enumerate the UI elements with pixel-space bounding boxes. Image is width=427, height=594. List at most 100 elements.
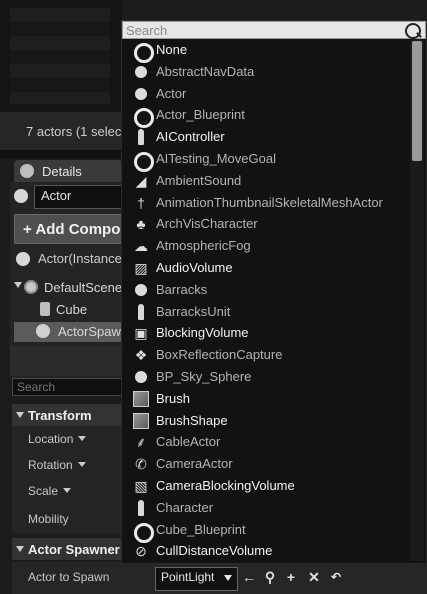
dot-icon (135, 87, 147, 100)
scene-icon (24, 280, 38, 294)
component-tree-item-selected[interactable]: ActorSpaw (14, 322, 122, 342)
camera-volume-icon: ▧ (134, 477, 148, 494)
chevron-down-icon (224, 575, 232, 581)
class-list-item[interactable]: ☁ AtmosphericFog (122, 235, 410, 257)
class-list-item-label: AITesting_MoveGoal (156, 150, 276, 166)
class-list-item[interactable]: ⊘ CullDistanceVolume (122, 540, 410, 561)
actor-spawner-section-header[interactable]: Actor Spawner (12, 538, 122, 560)
chevron-down-icon[interactable] (78, 436, 87, 441)
actor-instance-row[interactable]: Actor(Instance (14, 250, 122, 268)
class-list-item[interactable]: Actor (122, 83, 410, 105)
use-selected-arrow-icon[interactable]: ← (241, 569, 257, 585)
class-list-item[interactable]: Cube_Blueprint (122, 519, 410, 543)
actor-spawner-icon (36, 324, 50, 338)
location-label: Location (28, 432, 74, 446)
class-list-item[interactable]: BP_Sky_Sphere (122, 366, 410, 388)
class-list-item-label: Actor_Blueprint (156, 107, 245, 123)
scrollbar-thumb[interactable] (412, 41, 422, 161)
instance-label: Actor(Instance (38, 251, 122, 266)
skeletal-mesh-icon: † (137, 194, 145, 211)
class-list-item-label: AmbientSound (156, 172, 242, 188)
component-tree-item[interactable]: Cube (14, 300, 122, 320)
location-row[interactable]: Location (12, 426, 122, 452)
transform-section-header[interactable]: Transform (12, 404, 122, 426)
class-list-item[interactable]: Actor_Blueprint (122, 104, 410, 129)
cull-volume-icon: ⊘ (135, 543, 147, 560)
class-list-item[interactable]: ▣ BlockingVolume (122, 322, 410, 344)
class-list-item-label: Cube_Blueprint (156, 521, 246, 537)
collapse-arrow-icon (16, 546, 24, 552)
actor-name-field[interactable]: Actor (34, 185, 132, 209)
component-tree-item[interactable]: DefaultScene (14, 278, 122, 298)
chevron-down-icon[interactable] (63, 488, 72, 493)
component-label: Cube (56, 302, 88, 317)
class-list-item[interactable]: ▨ AudioVolume (122, 257, 410, 279)
details-search-input[interactable]: Search (12, 378, 122, 396)
expand-arrow-icon[interactable] (14, 282, 22, 288)
class-list-item[interactable]: Character (122, 497, 410, 519)
chevron-down-icon[interactable] (77, 462, 86, 467)
class-list-item-label: Actor (156, 85, 187, 101)
reset-arrow-icon[interactable]: ↶ (328, 569, 344, 585)
camera-icon: ✆ (135, 456, 147, 473)
class-list-item-label: Character (156, 499, 214, 515)
class-list-item-label: AudioVolume (156, 259, 233, 275)
reflection-capture-icon: ❖ (134, 347, 148, 364)
clear-x-icon[interactable]: ✕ (306, 569, 322, 585)
class-list-item[interactable]: ❖ BoxReflectionCapture (122, 344, 410, 366)
panel-divider (10, 346, 122, 376)
actor-to-spawn-row: Actor to Spawn PointLight ← ⚲ + ✕ ↶ (12, 562, 427, 594)
details-tab[interactable]: Details (14, 160, 122, 182)
class-list-item-label: BoxReflectionCapture (156, 347, 283, 363)
cube-icon (40, 302, 50, 316)
mobility-row[interactable]: Mobility (12, 504, 122, 534)
class-list-item-label: AtmosphericFog (156, 238, 251, 254)
class-list-item[interactable]: AIController (122, 126, 410, 148)
brush-cube-icon (133, 390, 149, 407)
class-list-item[interactable]: Barracks (122, 279, 410, 301)
collapse-arrow-icon (16, 412, 24, 418)
rotation-row[interactable]: Rotation (12, 452, 122, 478)
component-label: DefaultScene (44, 280, 123, 295)
transform-title: Transform (28, 408, 92, 423)
actor-type-icon (14, 189, 28, 203)
class-list-item[interactable]: None (122, 39, 410, 63)
pawn-icon (138, 303, 144, 320)
class-list-item[interactable]: Brush (122, 388, 410, 410)
speaker-icon: ◢ (135, 172, 147, 189)
class-list-item[interactable]: AITesting_MoveGoal (122, 148, 410, 172)
class-list-item[interactable]: † AnimationThumbnailSkeletalMeshActor (122, 192, 410, 214)
class-list-item[interactable]: ♣ ArchVisCharacter (122, 213, 410, 235)
dot-icon (135, 370, 147, 383)
class-list-item[interactable]: BrushShape (122, 410, 410, 432)
class-list-item-label: AIController (156, 129, 225, 145)
class-search-placeholder: Search (126, 23, 168, 38)
actor-spawner-title: Actor Spawner (28, 542, 120, 557)
class-list-item-label: BP_Sky_Sphere (156, 368, 252, 384)
outliner-actor-count: 7 actors (1 selec (0, 112, 122, 150)
class-picker-value: PointLight (161, 570, 215, 584)
class-list-item[interactable]: ◢ AmbientSound (122, 170, 410, 192)
class-list-item[interactable]: BarracksUnit (122, 301, 410, 323)
pawn-icon (138, 129, 144, 146)
class-list-item-label: AbstractNavData (156, 63, 255, 79)
scale-row[interactable]: Scale (12, 478, 122, 504)
mobility-label: Mobility (28, 512, 69, 526)
class-list-item[interactable]: AbstractNavData (122, 61, 410, 83)
class-list-item-label: Barracks (156, 281, 208, 297)
class-list-item[interactable]: ⸙ CableActor (122, 431, 410, 453)
scale-label: Scale (28, 484, 59, 498)
class-list-item[interactable]: ▧ CameraBlockingVolume (122, 475, 410, 497)
pawn-icon (138, 499, 144, 516)
browse-search-icon[interactable]: ⚲ (262, 569, 278, 585)
viewport-strip (0, 0, 122, 112)
add-component-button[interactable]: + Add Compo (14, 214, 122, 244)
class-picker-combo[interactable]: PointLight (155, 567, 238, 591)
add-plus-icon[interactable]: + (283, 569, 299, 585)
class-list-item-label: CableActor (156, 434, 221, 450)
cable-icon: ⸙ (135, 434, 147, 451)
class-list-item[interactable]: ✆ CameraActor (122, 453, 410, 475)
class-search-input[interactable]: Search (122, 21, 426, 39)
character-icon: ♣ (136, 216, 146, 233)
actor-to-spawn-label: Actor to Spawn (28, 570, 110, 584)
